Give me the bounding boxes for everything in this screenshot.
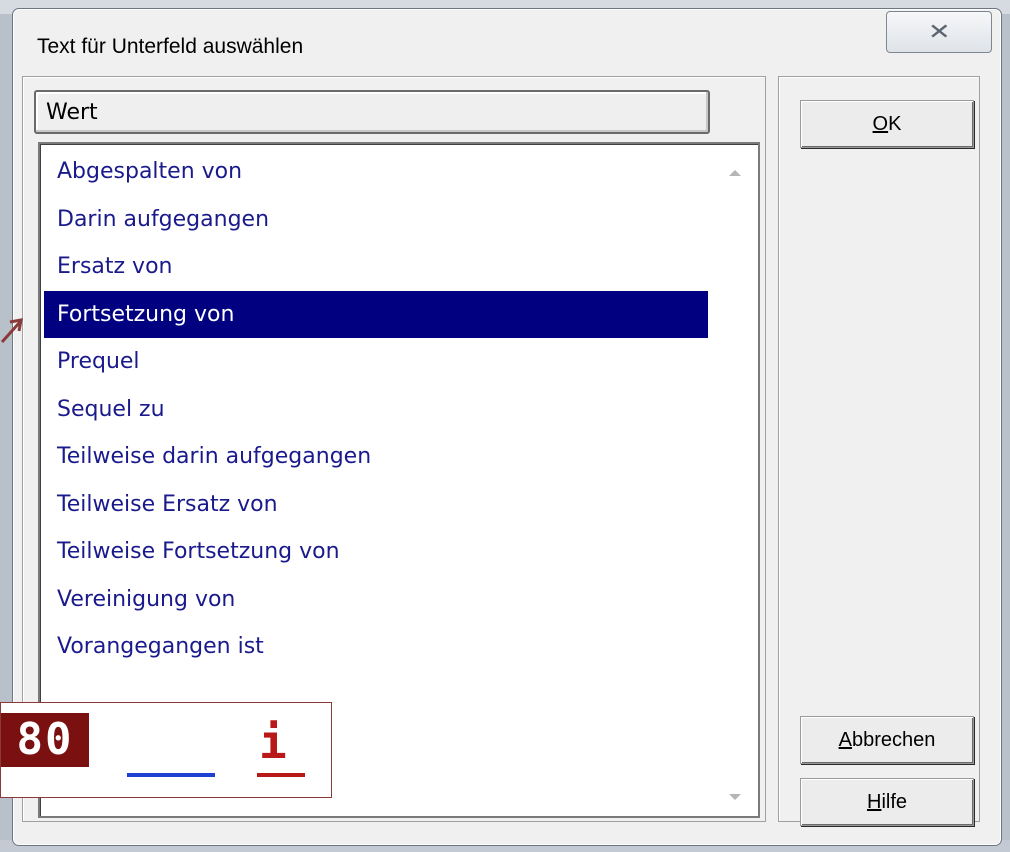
number-badge: 80	[1, 713, 89, 767]
info-letter-icon[interactable]: i	[259, 717, 287, 767]
list-item[interactable]: Vorangegangen ist	[44, 623, 708, 671]
list-item[interactable]: Teilweise Ersatz von	[44, 481, 708, 529]
ok-mnemonic: O	[872, 112, 889, 135]
vertical-scrollbar[interactable]	[714, 146, 756, 814]
dialog-title: Text für Unterfeld auswählen	[37, 35, 304, 58]
list-item[interactable]: Abgespalten von	[44, 148, 708, 196]
list-item[interactable]: Darin aufgegangen	[44, 196, 708, 244]
blue-underline-mark	[127, 773, 215, 777]
list-item[interactable]: Fortsetzung von	[44, 290, 708, 338]
cancel-button[interactable]: Abbrechen	[800, 716, 974, 764]
info-underline-mark	[257, 773, 305, 777]
help-button[interactable]: Hilfe	[800, 778, 974, 826]
help-label-rest: ilfe	[881, 790, 908, 813]
button-column-frame	[778, 76, 980, 822]
list-items-container: Abgespalten von Darin aufgegangen Ersatz v…	[44, 148, 708, 671]
pointer-arrow-icon	[0, 318, 23, 344]
column-header-wert[interactable]: Wert	[34, 90, 710, 134]
cancel-label-rest: bbrechen	[851, 728, 936, 751]
list-item[interactable]: Prequel	[44, 338, 708, 386]
list-item[interactable]: Ersatz von	[44, 243, 708, 291]
close-button[interactable]: ✕	[886, 11, 992, 53]
help-mnemonic: H	[866, 790, 882, 813]
list-item[interactable]: Vereinigung von	[44, 576, 708, 624]
close-icon: ✕	[927, 19, 951, 45]
overlay-widget: 80 i	[0, 702, 332, 798]
list-item[interactable]: Teilweise Fortsetzung von	[44, 528, 708, 576]
scroll-up-arrow-icon[interactable]	[729, 170, 741, 176]
list-item[interactable]: Teilweise darin aufgegangen	[44, 433, 708, 481]
list-item[interactable]: Sequel zu	[44, 386, 708, 434]
ok-label-rest: K	[888, 112, 902, 135]
cancel-mnemonic: A	[838, 728, 852, 751]
ok-button[interactable]: OK	[800, 100, 974, 148]
scroll-down-arrow-icon[interactable]	[729, 794, 741, 800]
